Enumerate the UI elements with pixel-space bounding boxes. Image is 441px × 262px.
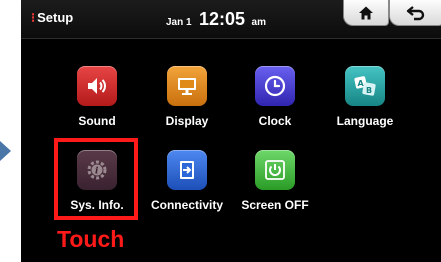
svg-text:A: A [358,79,365,88]
status-bar: ⁝ Setup Jan 1 12:05 am [21,0,441,39]
svg-text:B: B [366,86,372,95]
app-clock[interactable]: Clock [230,66,320,128]
ampm-text: am [251,17,266,28]
power-icon [255,150,295,190]
time-text: 12:05 [199,9,246,29]
app-label: Connectivity [150,198,223,212]
pointer-arrow [0,141,11,161]
clock-icon [255,66,295,106]
app-label: Display [165,114,209,128]
clock-display: Jan 1 12:05 am [166,9,266,30]
monitor-icon [167,66,207,106]
app-label: Language [336,114,394,128]
app-label: Clock [258,114,292,128]
home-button[interactable] [343,0,389,26]
head-unit-screen: ⁝ Setup Jan 1 12:05 am Sound Display Clo… [21,0,441,262]
app-sound[interactable]: Sound [52,66,142,128]
date-text: Jan 1 [166,17,192,28]
app-label: Screen OFF [241,198,309,212]
app-connectivity[interactable]: Connectivity [142,150,232,212]
app-label: Sound [78,114,116,128]
back-button[interactable] [389,0,441,26]
page-title: ⁝ Setup [31,10,74,25]
app-display[interactable]: Display [142,66,232,128]
home-icon [359,6,373,19]
connect-icon [167,150,207,190]
speaker-icon [77,66,117,106]
touch-highlight-box [54,138,138,220]
language-icon: A B [345,66,385,106]
app-screen-off[interactable]: Screen OFF [230,150,320,212]
back-arrow-icon [406,5,425,20]
touch-annotation: Touch [57,226,125,252]
app-language[interactable]: A B Language [320,66,410,128]
